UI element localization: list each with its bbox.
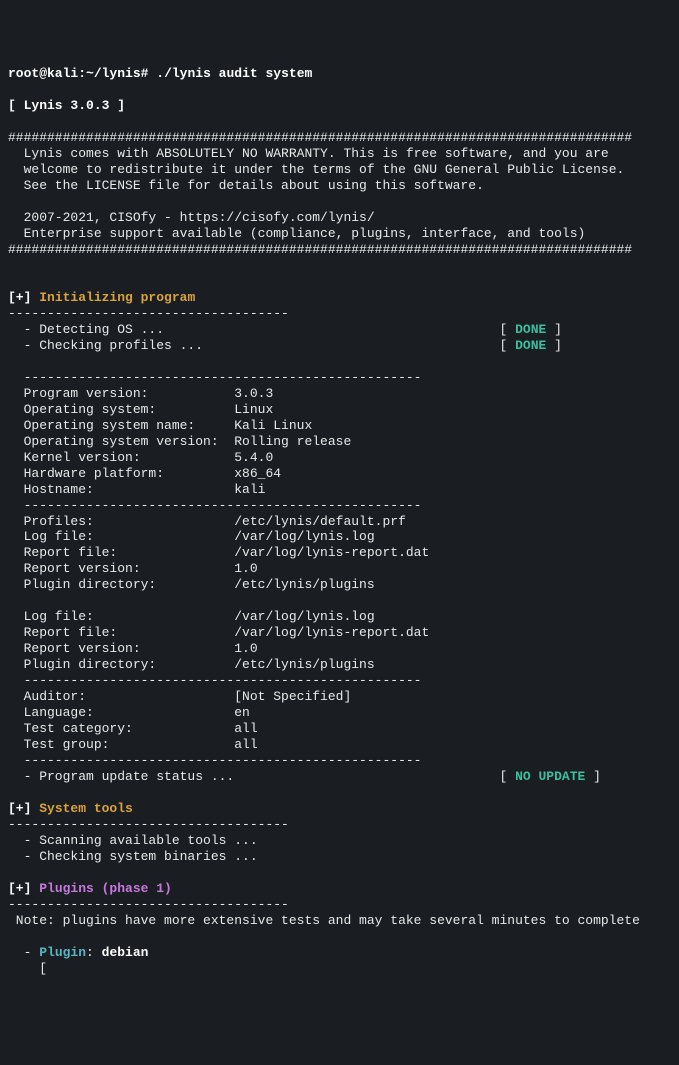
- terminal-output: root@kali:~/lynis# ./lynis audit system …: [8, 66, 671, 977]
- divider: ----------------------------------------…: [8, 498, 421, 513]
- status-no-update: NO UPDATE: [515, 769, 585, 784]
- update-status-line: - Program update status ... [ NO UPDATE …: [8, 769, 601, 784]
- info-testgroup: Test group: all: [8, 737, 258, 752]
- plugin-line: - Plugin: debian: [8, 945, 148, 960]
- prompt-line: root@kali:~/lynis# ./lynis audit system: [8, 66, 312, 81]
- info-os-name: Operating system name: Kali Linux: [8, 418, 312, 433]
- info-plugindir: Plugin directory: /etc/lynis/plugins: [8, 577, 375, 592]
- info-kernel: Kernel version: 5.4.0: [8, 450, 273, 465]
- info-os: Operating system: Linux: [8, 402, 273, 417]
- info-reportfile: Report file: /var/log/lynis-report.dat: [8, 545, 429, 560]
- enterprise-line: Enterprise support available (compliance…: [8, 226, 585, 241]
- hash-divider: ########################################…: [8, 242, 632, 257]
- info-auditor: Auditor: [Not Specified]: [8, 689, 351, 704]
- info-program-version: Program version: 3.0.3: [8, 386, 273, 401]
- checking-profiles-line: - Checking profiles ... [ DONE ]: [8, 338, 562, 353]
- status-done: DONE: [515, 322, 546, 337]
- section-header-plugins: [+] Plugins (phase 1): [8, 881, 172, 896]
- tools-scanning: - Scanning available tools ...: [8, 833, 258, 848]
- info-reportversion: Report version: 1.0: [8, 641, 258, 656]
- divider: ----------------------------------------…: [8, 753, 421, 768]
- hash-divider: ########################################…: [8, 130, 632, 145]
- info-hostname: Hostname: kali: [8, 482, 265, 497]
- section-header-init: [+] Initializing program: [8, 290, 195, 305]
- info-reportversion: Report version: 1.0: [8, 561, 258, 576]
- info-logfile: Log file: /var/log/lynis.log: [8, 529, 375, 544]
- info-hardware: Hardware platform: x86_64: [8, 466, 281, 481]
- info-testcat: Test category: all: [8, 721, 258, 736]
- info-plugindir: Plugin directory: /etc/lynis/plugins: [8, 657, 375, 672]
- divider: ----------------------------------------…: [8, 370, 421, 385]
- info-logfile: Log file: /var/log/lynis.log: [8, 609, 375, 624]
- warranty-line-2: welcome to redistribute it under the ter…: [8, 162, 624, 177]
- status-done: DONE: [515, 338, 546, 353]
- plugin-bracket: [: [8, 961, 47, 976]
- plugins-note: Note: plugins have more extensive tests …: [8, 913, 640, 928]
- info-os-version: Operating system version: Rolling releas…: [8, 434, 351, 449]
- section-header-tools: [+] System tools: [8, 801, 133, 816]
- copyright-line: 2007-2021, CISOfy - https://cisofy.com/l…: [8, 210, 375, 225]
- info-profiles: Profiles: /etc/lynis/default.prf: [8, 514, 406, 529]
- info-reportfile: Report file: /var/log/lynis-report.dat: [8, 625, 429, 640]
- warranty-line-1: Lynis comes with ABSOLUTELY NO WARRANTY.…: [8, 146, 609, 161]
- lynis-title: [ Lynis 3.0.3 ]: [8, 98, 125, 113]
- section-dashes: ------------------------------------: [8, 817, 289, 832]
- section-dashes: ------------------------------------: [8, 306, 289, 321]
- divider: ----------------------------------------…: [8, 673, 421, 688]
- warranty-line-3: See the LICENSE file for details about u…: [8, 178, 484, 193]
- detecting-os-line: - Detecting OS ... [ DONE ]: [8, 322, 562, 337]
- tools-checking: - Checking system binaries ...: [8, 849, 258, 864]
- info-language: Language: en: [8, 705, 250, 720]
